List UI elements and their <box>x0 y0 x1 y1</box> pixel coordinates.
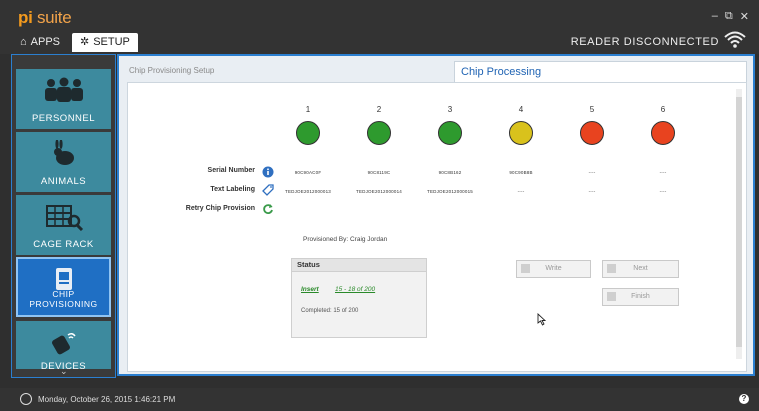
sidebar-item-cage-rack[interactable]: CAGE RACK <box>16 195 111 255</box>
help-icon[interactable]: ? <box>739 394 749 404</box>
status-light <box>509 121 533 145</box>
tag-icon[interactable] <box>262 184 274 196</box>
page-title: Chip Processing <box>454 61 747 83</box>
sidebar-item-devices[interactable]: DEVICES <box>16 321 111 372</box>
vertical-scrollbar[interactable] <box>736 89 742 359</box>
logo-suite: suite <box>36 8 72 27</box>
chip-icon <box>55 268 72 290</box>
slot-number: 3 <box>447 105 453 114</box>
slot-number: 6 <box>660 105 666 114</box>
chip-processing-panel: 1 90C90AC0F TEDJOE2012000013 2 90C8119C … <box>127 82 747 372</box>
write-label: Write <box>545 265 562 272</box>
serial-number-label: Serial Number <box>207 167 255 174</box>
sidebar-item-personnel[interactable]: PERSONNEL <box>16 69 111 129</box>
rabbit-icon <box>53 140 74 165</box>
text-labeling-label: Text Labeling <box>210 186 255 193</box>
window-controls: – ⧉ ✕ <box>712 10 749 23</box>
finish-label: Finish <box>631 293 650 300</box>
sidebar-item-label: PERSONNEL <box>31 113 96 124</box>
chip-label-line2: PROVISIONING <box>29 299 98 309</box>
finish-button[interactable]: Finish <box>602 288 679 306</box>
text-label-value: TEDJOE2012000013 <box>285 189 331 194</box>
slot-number: 4 <box>518 105 524 114</box>
footer-bar: Monday, October 26, 2015 1:46:21 PM ? <box>0 388 759 411</box>
tab-apps[interactable]: ⌂ APPS <box>12 33 68 52</box>
serial-value: 90C8119C <box>367 170 391 175</box>
slot-number: 5 <box>589 105 595 114</box>
scrollbar-thumb[interactable] <box>736 97 742 347</box>
reader-status: READER DISCONNECTED <box>570 36 719 48</box>
restore-icon[interactable]: ⧉ <box>725 10 733 23</box>
chip-label-line1: CHIP <box>52 289 75 299</box>
settings-icon: ✲ <box>80 36 90 48</box>
slot-number: 1 <box>305 105 311 114</box>
refresh-icon[interactable] <box>262 203 274 215</box>
close-icon[interactable]: ✕ <box>740 10 749 23</box>
wifi-icon <box>724 31 746 48</box>
tab-apps-label: APPS <box>30 36 61 48</box>
status-light <box>367 121 391 145</box>
status-light <box>296 121 320 145</box>
text-label-value: TEDJOE2012000014 <box>356 189 402 194</box>
cage-rack-icon <box>45 205 83 231</box>
title-bar: pi suite – ⧉ ✕ ⌂ APPS ✲ SETUP READER DISCO… <box>0 0 759 54</box>
serial-value: 90C8B162 <box>438 170 462 175</box>
insert-action[interactable]: Insert <box>301 286 319 293</box>
minimize-icon[interactable]: – <box>712 10 718 23</box>
status-heading: Status <box>292 259 426 272</box>
retry-chip-provision-label: Retry Chip Provision <box>185 205 255 212</box>
sidebar-item-label: ANIMALS <box>40 176 87 187</box>
sidebar-item-animals[interactable]: ANIMALS <box>16 132 111 192</box>
text-label-value: ---- <box>659 189 667 194</box>
scroll-down-icon[interactable]: ⌄ <box>60 366 68 377</box>
app-logo: pi suite <box>18 8 72 28</box>
sidebar: PERSONNEL ANIMALS CAGE RACK CHIP PROVISI… <box>11 54 116 378</box>
status-light <box>580 121 604 145</box>
home-icon: ⌂ <box>20 36 27 48</box>
next-button[interactable]: Next <box>602 260 679 278</box>
breadcrumb[interactable]: Chip Provisioning Setup <box>129 66 214 75</box>
completed-count: Completed: 15 of 200 <box>301 308 359 314</box>
info-icon[interactable] <box>262 166 274 178</box>
serial-value: 90C90B8B <box>509 170 533 175</box>
date-time: Monday, October 26, 2015 1:46:21 PM <box>38 395 176 404</box>
tab-setup-label: SETUP <box>93 36 130 48</box>
status-box: Status Insert 15 - 18 of 200 Completed: … <box>291 258 427 338</box>
mouse-cursor-icon <box>537 313 546 326</box>
sidebar-item-label: CHIP PROVISIONING <box>18 289 109 309</box>
sidebar-item-chip-provisioning[interactable]: CHIP PROVISIONING <box>16 257 111 317</box>
provisioned-by: Provisioned By: Craig Jordan <box>303 236 388 243</box>
text-label-value: TEDJOE2012000015 <box>427 189 473 194</box>
device-icon <box>51 332 76 355</box>
personnel-icon <box>44 77 83 102</box>
status-light <box>438 121 462 145</box>
serial-value: 90C90AC0F <box>294 170 322 175</box>
slot-number: 2 <box>376 105 382 114</box>
clock-icon <box>20 393 32 405</box>
next-label: Next <box>633 265 648 272</box>
tab-setup[interactable]: ✲ SETUP <box>72 33 138 52</box>
sidebar-item-label: CAGE RACK <box>33 239 94 250</box>
status-range[interactable]: 15 - 18 of 200 <box>335 286 375 293</box>
text-label-value: ---- <box>517 189 525 194</box>
main-content: Chip Provisioning Setup Chip Processing … <box>117 54 755 376</box>
logo-pi: pi <box>18 8 33 27</box>
write-button[interactable]: Write <box>516 260 591 278</box>
status-light <box>651 121 675 145</box>
text-label-value: ---- <box>588 189 596 194</box>
serial-value: ---- <box>588 170 596 175</box>
serial-value: ---- <box>659 170 667 175</box>
